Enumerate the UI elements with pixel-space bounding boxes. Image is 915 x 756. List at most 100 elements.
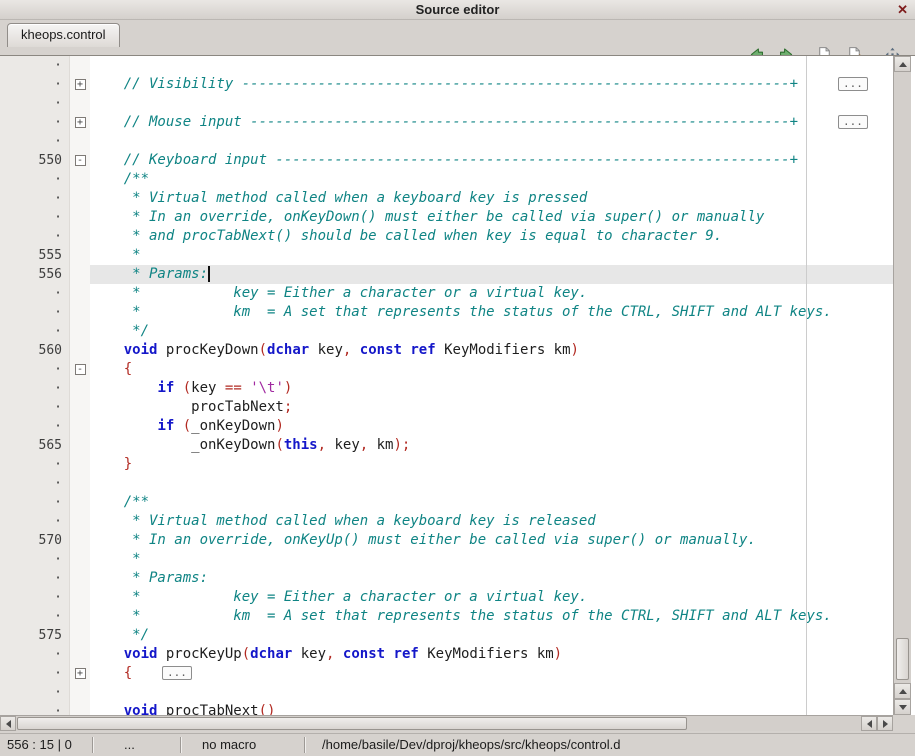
horizontal-scroll-thumb[interactable] — [17, 717, 687, 730]
fold-cell — [70, 208, 90, 227]
scroll-left-secondary-button[interactable] — [861, 716, 877, 731]
code-line[interactable]: * Params: — [90, 265, 893, 284]
line-number[interactable]: · — [0, 683, 69, 702]
line-number[interactable]: · — [0, 284, 69, 303]
code-line[interactable]: * km = A set that represents the status … — [90, 607, 893, 626]
code-line[interactable]: {... — [90, 664, 893, 683]
code-line[interactable]: * In an override, onKeyUp() must either … — [90, 531, 893, 550]
code-line[interactable]: void procKeyDown(dchar key, const ref Ke… — [90, 341, 893, 360]
line-number[interactable]: · — [0, 208, 69, 227]
fold-cell — [70, 702, 90, 715]
line-number[interactable]: · — [0, 398, 69, 417]
code-line[interactable]: * and procTabNext() should be called whe… — [90, 227, 893, 246]
line-number[interactable]: · — [0, 702, 69, 715]
code-line[interactable]: */ — [90, 322, 893, 341]
close-icon[interactable]: ✕ — [897, 0, 908, 20]
code-token: key — [191, 380, 225, 396]
line-number[interactable]: · — [0, 113, 69, 132]
scroll-down-button[interactable] — [894, 699, 911, 715]
code-line[interactable] — [90, 56, 893, 75]
line-number[interactable]: · — [0, 303, 69, 322]
code-line[interactable] — [90, 683, 893, 702]
line-number[interactable]: · — [0, 493, 69, 512]
line-number[interactable]: · — [0, 170, 69, 189]
line-number[interactable]: · — [0, 360, 69, 379]
line-number[interactable]: 555 — [0, 246, 69, 265]
tab-kheops-control[interactable]: kheops.control — [7, 23, 120, 47]
line-number[interactable]: · — [0, 664, 69, 683]
line-number[interactable]: · — [0, 607, 69, 626]
line-number[interactable]: · — [0, 189, 69, 208]
fold-cell — [70, 474, 90, 493]
line-number[interactable]: · — [0, 417, 69, 436]
folded-block-ellipsis[interactable]: ... — [162, 666, 192, 680]
line-number[interactable]: · — [0, 322, 69, 341]
fold-cell — [70, 493, 90, 512]
code-line[interactable]: * key = Either a character or a virtual … — [90, 284, 893, 303]
scroll-left-button[interactable] — [0, 716, 16, 731]
code-line[interactable]: * key = Either a character or a virtual … — [90, 588, 893, 607]
code-line[interactable] — [90, 132, 893, 151]
code-line[interactable]: { — [90, 360, 893, 379]
fold-expand-icon[interactable]: + — [75, 668, 86, 679]
line-number[interactable]: · — [0, 75, 69, 94]
line-number[interactable]: 570 — [0, 531, 69, 550]
line-number[interactable]: · — [0, 455, 69, 474]
line-number[interactable]: · — [0, 645, 69, 664]
code-line[interactable] — [90, 94, 893, 113]
code-line[interactable]: void procKeyUp(dchar key, const ref KeyM… — [90, 645, 893, 664]
line-number[interactable]: · — [0, 227, 69, 246]
fold-cell: - — [70, 360, 90, 379]
code-area[interactable]: // Visibility --------------------------… — [90, 56, 893, 715]
code-line[interactable]: /** — [90, 493, 893, 512]
code-line[interactable]: * — [90, 246, 893, 265]
vertical-scrollbar[interactable] — [893, 56, 911, 715]
code-line[interactable]: if (_onKeyDown) — [90, 417, 893, 436]
code-line[interactable]: * Params: — [90, 569, 893, 588]
code-line[interactable]: // Mouse input -------------------------… — [90, 113, 893, 132]
fold-expand-icon[interactable]: + — [75, 79, 86, 90]
code-line[interactable]: procTabNext; — [90, 398, 893, 417]
folded-block-ellipsis[interactable]: ... — [838, 77, 868, 91]
line-number[interactable]: 560 — [0, 341, 69, 360]
code-line[interactable]: * Virtual method called when a keyboard … — [90, 189, 893, 208]
code-line[interactable]: // Keyboard input ----------------------… — [90, 151, 893, 170]
code-token: * key = Either a character or a virtual … — [90, 285, 587, 301]
line-number[interactable]: 556 — [0, 265, 69, 284]
code-line[interactable]: * Virtual method called when a keyboard … — [90, 512, 893, 531]
line-number[interactable]: 575 — [0, 626, 69, 645]
fold-collapse-icon[interactable]: - — [75, 364, 86, 375]
code-line[interactable]: if (key == '\t') — [90, 379, 893, 398]
code-line[interactable] — [90, 474, 893, 493]
line-number[interactable]: · — [0, 474, 69, 493]
code-line[interactable]: * — [90, 550, 893, 569]
code-line[interactable]: void procTabNext() — [90, 702, 893, 715]
fold-expand-icon[interactable]: + — [75, 117, 86, 128]
code-line[interactable]: // Visibility --------------------------… — [90, 75, 893, 94]
line-number[interactable]: 565 — [0, 436, 69, 455]
scroll-up-secondary-button[interactable] — [894, 683, 911, 699]
scroll-right-button[interactable] — [877, 716, 893, 731]
code-line[interactable]: /** — [90, 170, 893, 189]
code-line[interactable]: } — [90, 455, 893, 474]
line-number[interactable]: · — [0, 512, 69, 531]
scroll-up-button[interactable] — [894, 56, 911, 72]
fold-collapse-icon[interactable]: - — [75, 155, 86, 166]
code-line[interactable]: * km = A set that represents the status … — [90, 303, 893, 322]
code-token: void — [124, 646, 158, 662]
line-number[interactable]: 550 — [0, 151, 69, 170]
line-number[interactable]: · — [0, 550, 69, 569]
horizontal-scrollbar[interactable] — [0, 715, 893, 731]
line-number[interactable]: · — [0, 588, 69, 607]
code-line[interactable]: _onKeyDown(this, key, km); — [90, 436, 893, 455]
line-number[interactable]: · — [0, 379, 69, 398]
line-number[interactable]: · — [0, 56, 69, 75]
line-number[interactable]: · — [0, 94, 69, 113]
code-line[interactable]: * In an override, onKeyDown() must eithe… — [90, 208, 893, 227]
fold-cell: + — [70, 664, 90, 683]
folded-block-ellipsis[interactable]: ... — [838, 115, 868, 129]
line-number[interactable]: · — [0, 132, 69, 151]
line-number[interactable]: · — [0, 569, 69, 588]
code-line[interactable]: */ — [90, 626, 893, 645]
vertical-scroll-thumb[interactable] — [896, 638, 909, 680]
